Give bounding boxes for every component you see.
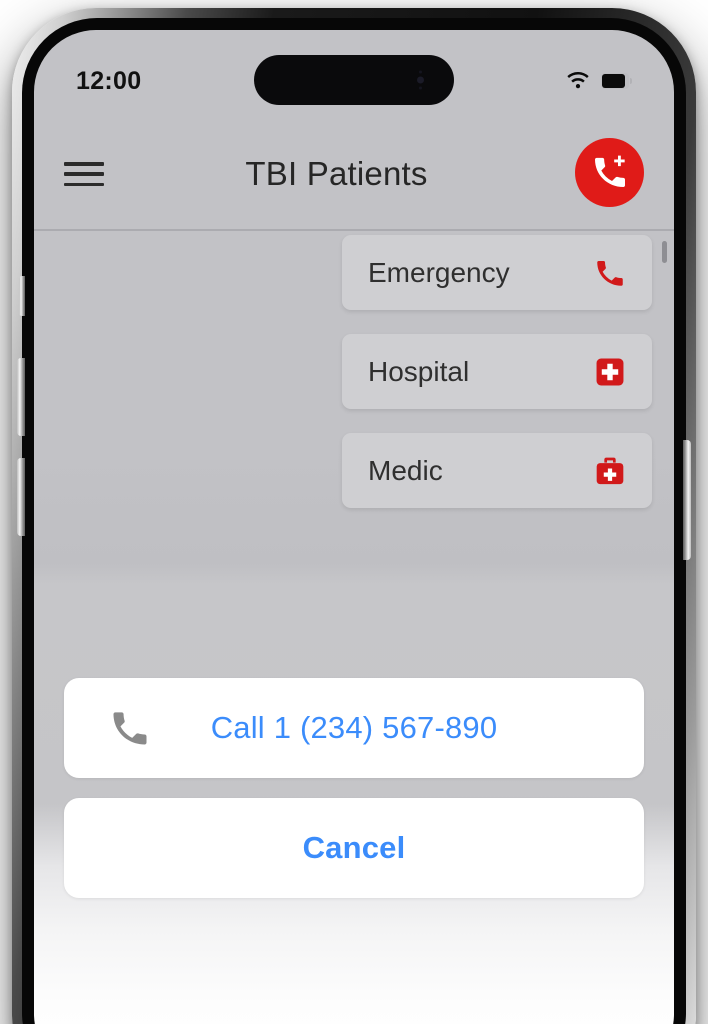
contact-list-region: Emergency Hospital Medic [34, 231, 674, 569]
status-bar-indicators [566, 71, 632, 90]
app-header: TBI Patients [34, 126, 674, 222]
list-item-medic[interactable]: Medic [342, 433, 652, 508]
contact-list: Emergency Hospital Medic [342, 235, 652, 508]
page-title: TBI Patients [245, 155, 428, 192]
call-number-button[interactable]: Call 1 (234) 567-890 [64, 678, 644, 778]
volume-up-button[interactable] [17, 358, 25, 436]
power-button[interactable] [683, 440, 691, 560]
list-item-emergency[interactable]: Emergency [342, 235, 652, 310]
dynamic-island [254, 55, 454, 105]
device-bezel: 12:00 TBI Patients Emergency Hospital Me… [34, 30, 674, 1024]
list-item-hospital[interactable]: Hospital [342, 334, 652, 409]
volume-down-button[interactable] [17, 458, 25, 536]
call-action-sheet: Call 1 (234) 567-890 Cancel [34, 678, 674, 1024]
phone-add-icon[interactable] [575, 137, 644, 207]
vertical-scrollbar[interactable] [662, 241, 667, 263]
hospital-cross-icon [592, 354, 628, 390]
phone-screen: 12:00 TBI Patients Emergency Hospital Me… [34, 30, 674, 1024]
medical-bag-icon [592, 453, 628, 489]
list-item-label: Emergency [368, 256, 510, 288]
phone-icon [592, 255, 628, 291]
phone-icon [108, 706, 152, 750]
call-number-label: Call 1 (234) 567-890 [210, 710, 498, 745]
front-camera-icon [417, 76, 424, 84]
screenshot-stage: 12:00 TBI Patients Emergency Hospital Me… [0, 0, 708, 1024]
cancel-label: Cancel [302, 830, 406, 865]
silent-switch-button[interactable] [19, 276, 25, 316]
wifi-icon [566, 71, 590, 90]
cancel-button[interactable]: Cancel [64, 798, 644, 898]
battery-icon [601, 73, 632, 89]
status-bar-clock: 12:00 [76, 66, 142, 95]
list-item-label: Hospital [368, 355, 470, 387]
phone-device-frame: 12:00 TBI Patients Emergency Hospital Me… [12, 8, 696, 1024]
list-item-label: Medic [368, 454, 443, 486]
